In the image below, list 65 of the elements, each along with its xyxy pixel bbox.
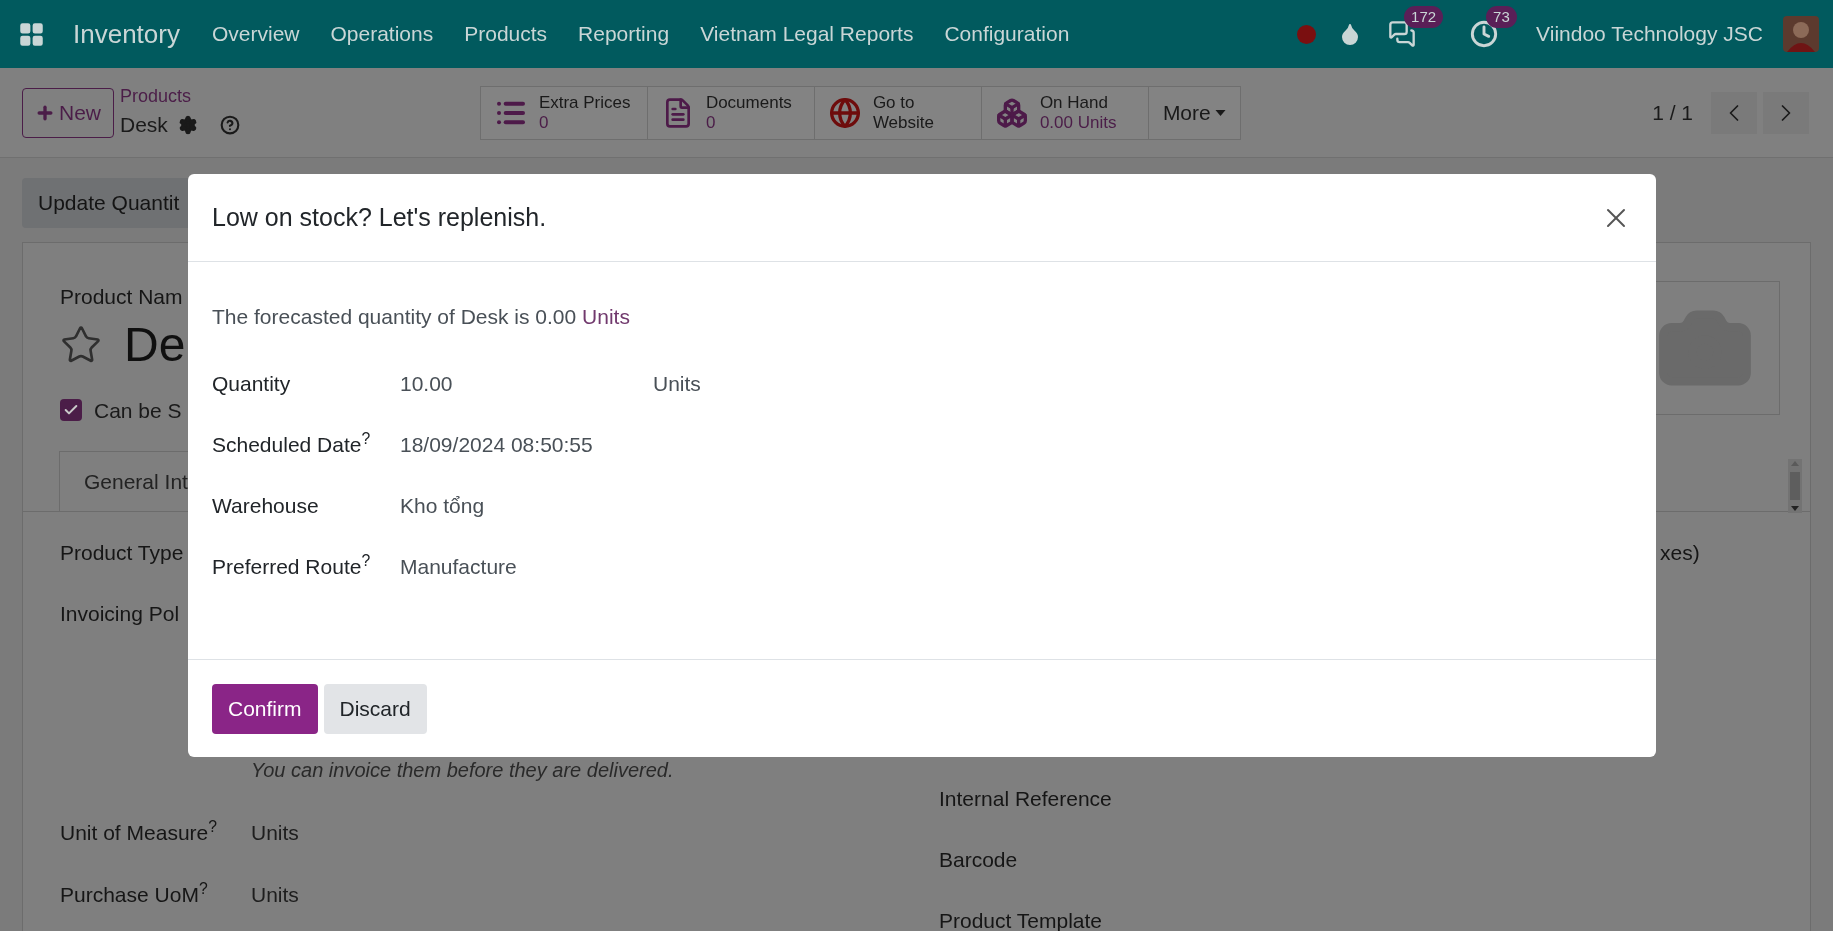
- stat-button[interactable]: Go to Website: [814, 86, 982, 139]
- chat-icon[interactable]: [1388, 20, 1417, 48]
- field-value[interactable]: 10.00: [400, 370, 653, 397]
- field-help-text: You can invoice them before they are delivered.: [251, 758, 674, 782]
- units-link[interactable]: Units: [582, 305, 630, 328]
- field-label: Quantity: [212, 370, 292, 397]
- new-button[interactable]: New: [22, 87, 114, 138]
- field-label: Unit of Measure$^{?}$: [60, 821, 218, 845]
- clock-icon[interactable]: [1470, 20, 1499, 48]
- caret-icon: [1214, 109, 1226, 116]
- stat-button[interactable]: Extra Prices 0: [480, 86, 648, 139]
- discard-button[interactable]: Discard: [323, 683, 427, 734]
- field-value[interactable]: Kho tổng: [400, 492, 653, 519]
- apps-menu-icon[interactable]: [18, 20, 45, 48]
- scroll-down-icon[interactable]: [1791, 506, 1799, 511]
- field-label: Barcode: [939, 848, 1018, 872]
- boxes-icon: [995, 96, 1028, 129]
- forecast-message: The forecasted quantity of Desk is 0.00 Units: [212, 304, 631, 330]
- checkbox-label: Can be S: [94, 397, 182, 424]
- company-name[interactable]: Viindoo Technology JSC: [1536, 18, 1763, 50]
- field-label: Preferred Route$^{?}$: [212, 553, 372, 580]
- count-badge: 73: [1486, 6, 1517, 28]
- confirm-button[interactable]: Confirm: [212, 683, 318, 734]
- breadcrumb-link[interactable]: Products: [120, 84, 240, 107]
- field-label: Scheduled Date$^{?}$: [212, 431, 372, 458]
- settings-icon[interactable]: [177, 114, 198, 135]
- globe-icon: [828, 96, 861, 129]
- menu-item[interactable]: Overview: [211, 18, 300, 50]
- help-icon[interactable]: [219, 114, 240, 135]
- dialog-title: Low on stock? Let's replenish.: [212, 201, 547, 233]
- app-title[interactable]: Inventory: [73, 14, 180, 54]
- record-name: Desk: [120, 111, 168, 138]
- stat-label: On Hand: [1039, 92, 1109, 113]
- more-button[interactable]: More: [1148, 86, 1240, 139]
- stat-value: 0.00 Units: [1039, 112, 1117, 133]
- field-label: Purchase UoM$^{?}$: [60, 883, 209, 907]
- stat-label: Go to Website: [872, 92, 935, 133]
- field-label: Invoicing Pol: [60, 602, 180, 626]
- field-label: Product Nam: [60, 284, 184, 310]
- pager-value: 1 / 1: [1652, 99, 1693, 126]
- menu-item[interactable]: Vietnam Legal Reports: [700, 18, 914, 50]
- field-label: Internal Reference: [939, 787, 1112, 811]
- stat-button[interactable]: On Hand 0.00 Units: [981, 86, 1149, 139]
- checkbox[interactable]: [60, 399, 82, 422]
- field-value[interactable]: Manufacture: [400, 553, 653, 580]
- unit-value: Units: [653, 370, 701, 397]
- field-label: Warehouse: [212, 492, 320, 519]
- count-badge: 172: [1404, 6, 1444, 28]
- menu-item[interactable]: Configuration: [944, 18, 1070, 50]
- field-label: Product Type: [60, 541, 184, 565]
- field-value: Units: [251, 883, 299, 907]
- scrollbar[interactable]: [1788, 459, 1802, 513]
- stat-label: Extra Prices: [538, 92, 631, 113]
- avatar-icon[interactable]: [1783, 16, 1819, 52]
- menu-item[interactable]: Reporting: [578, 18, 670, 50]
- stat-button[interactable]: Documents 0: [647, 86, 815, 139]
- stat-value: 0: [705, 112, 717, 133]
- product-name: De: [124, 316, 186, 373]
- menu-item[interactable]: Products: [464, 18, 548, 50]
- field-label: xes): [1660, 541, 1700, 565]
- stat-label: Documents: [705, 92, 792, 113]
- stat-value: 0: [538, 112, 550, 133]
- field-value[interactable]: 18/09/2024 08:50:55: [400, 431, 653, 458]
- menu-item[interactable]: Operations: [330, 18, 434, 50]
- field-value: Units: [251, 821, 299, 845]
